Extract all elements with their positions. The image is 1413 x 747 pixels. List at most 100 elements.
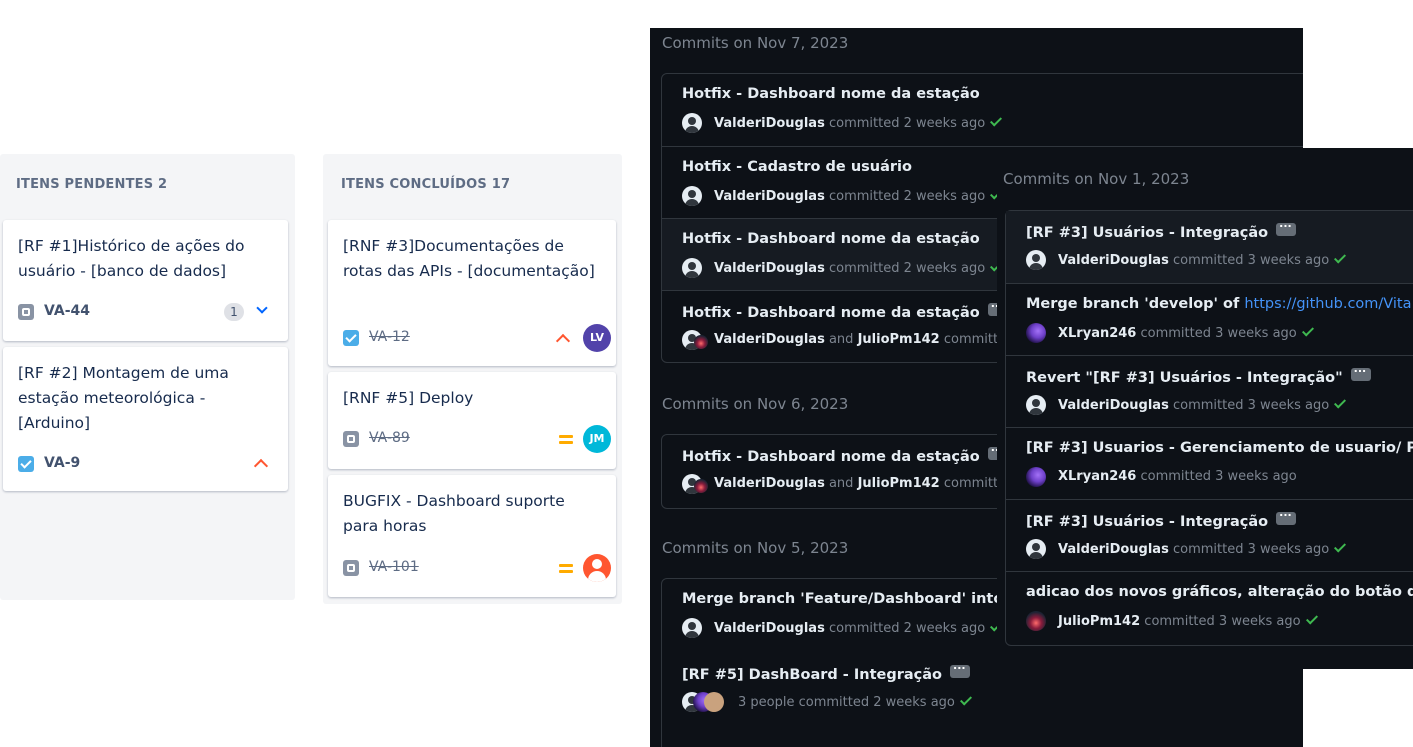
commit-title[interactable]: [RF #5] DashBoard - Integração <box>682 667 942 683</box>
assignee-avatar[interactable]: JM <box>583 425 611 453</box>
check-icon <box>1334 540 1347 553</box>
card-meta: VA-101 <box>343 554 611 582</box>
commit-row[interactable]: [RF #3] Usuários - Integração ValderiDou… <box>1006 499 1413 571</box>
subtask-icon <box>343 560 359 576</box>
commit-history-panel-overlay: Commits on Nov 1, 2023 [RF #3] Usuários … <box>997 148 1413 669</box>
commit-title[interactable]: Hotfix - Dashboard nome da estação <box>682 86 980 102</box>
assignee-avatar[interactable]: LV <box>583 324 611 352</box>
issue-key[interactable]: VA-12 <box>369 329 410 345</box>
commit-author[interactable]: ValderiDouglas <box>1058 253 1169 268</box>
avatar[interactable] <box>1026 395 1046 415</box>
commit-row[interactable]: [RF #3] Usuários - Integração ValderiDou… <box>1006 211 1413 283</box>
commit-coauthor[interactable]: JulioPm142 <box>858 476 940 491</box>
issue-key[interactable]: VA-89 <box>369 430 410 446</box>
card-title: [RNF #3]Documentações de rotas das APIs … <box>343 237 595 280</box>
issue-key[interactable]: VA-44 <box>44 303 90 319</box>
check-icon <box>1305 612 1318 625</box>
commit-title-wrap: Revert "[RF #3] Usuários - Integração" <box>1026 362 1371 386</box>
commit-time: committed 3 weeks ago <box>1172 253 1330 268</box>
avatar[interactable] <box>1026 323 1046 343</box>
commit-author[interactable]: XLryan246 <box>1058 469 1136 484</box>
avatar[interactable] <box>682 186 702 206</box>
expand-message-button[interactable] <box>1350 362 1371 381</box>
priority-high-icon <box>253 458 269 474</box>
commit-title[interactable]: Revert "[RF #3] Usuários - Integração" <box>1026 370 1343 386</box>
commit-title-wrap: Hotfix - Dashboard nome da estação <box>682 441 1008 465</box>
issue-key[interactable]: VA-101 <box>369 559 419 575</box>
commit-row[interactable]: [RF #3] Usuarios - Gerenciamento de usua… <box>1006 427 1413 499</box>
commit-title[interactable]: Hotfix - Dashboard nome da estação <box>682 305 980 321</box>
issue-card[interactable]: [RF #2] Montagem de uma estação meteorol… <box>3 347 288 491</box>
issue-card[interactable]: [RF #1]Histórico de ações do usuário - [… <box>3 220 288 341</box>
column-header: ITENS CONCLUÍDOS 17 <box>341 177 511 192</box>
commit-title[interactable]: [RF #3] Usuarios - Gerenciamento de usua… <box>1026 440 1413 456</box>
commit-author[interactable]: ValderiDouglas <box>714 621 825 636</box>
commit-row[interactable]: Hotfix - Dashboard nome da estação Valde… <box>662 74 1303 146</box>
avatar[interactable] <box>1026 539 1046 559</box>
card-meta: VA-89 JM <box>343 425 611 453</box>
issue-card[interactable]: BUGFIX - Dashboard suporte para horas VA… <box>328 475 616 597</box>
commit-time: committed 3 weeks ago <box>1172 398 1330 413</box>
user-avatar-icon[interactable] <box>583 554 611 582</box>
commit-row[interactable]: Revert "[RF #3] Usuários - Integração" V… <box>1006 355 1413 427</box>
commit-coauthor[interactable]: JulioPm142 <box>858 332 940 347</box>
commit-title[interactable]: [RF #3] Usuários - Integração <box>1026 514 1268 530</box>
task-icon <box>18 456 34 472</box>
commit-title[interactable]: adicao dos novos gráficos, alteração do … <box>1026 584 1413 600</box>
commit-title-wrap: Merge branch 'develop' of https://github… <box>1026 296 1412 312</box>
commit-date-heading: Commits on Nov 7, 2023 <box>662 34 849 52</box>
expand-message-button[interactable] <box>1276 506 1297 525</box>
check-icon <box>1334 396 1347 409</box>
avatar[interactable] <box>682 113 702 133</box>
coauthor-avatar[interactable] <box>694 335 708 349</box>
commit-author[interactable]: ValderiDouglas <box>1058 398 1169 413</box>
commit-author[interactable]: ValderiDouglas <box>1058 542 1169 557</box>
commit-author[interactable]: ValderiDouglas <box>714 189 825 204</box>
commit-author[interactable]: JulioPm142 <box>1058 614 1140 629</box>
card-title: BUGFIX - Dashboard suporte para horas <box>343 492 565 535</box>
commit-time: committed 2 weeks ago <box>828 621 986 636</box>
column-pending: ITENS PENDENTES 2 [RF #1]Histórico de aç… <box>0 154 295 600</box>
commit-title[interactable]: Merge branch 'develop' of <box>1026 296 1239 312</box>
commit-author[interactable]: ValderiDouglas <box>714 476 825 491</box>
priority-low-icon <box>256 302 268 314</box>
commit-title[interactable]: Hotfix - Dashboard nome da estação <box>682 231 980 247</box>
expand-message-button[interactable] <box>1276 217 1297 236</box>
commit-title[interactable]: Hotfix - Cadastro de usuário <box>682 159 912 175</box>
commit-author[interactable]: ValderiDouglas <box>714 116 825 131</box>
avatar[interactable] <box>1026 611 1046 631</box>
commit-time: committed 2 weeks ago <box>798 695 955 710</box>
expand-message-button[interactable] <box>950 659 971 678</box>
commit-title[interactable]: [RF #3] Usuários - Integração <box>1026 225 1268 241</box>
commit-title-wrap: Hotfix - Dashboard nome da estação <box>682 297 1008 321</box>
commit-title[interactable]: Hotfix - Dashboard nome da estação <box>682 449 980 465</box>
card-meta: VA-12 LV <box>343 324 611 352</box>
commit-author[interactable]: ValderiDouglas <box>714 261 825 276</box>
commit-link[interactable]: https://github.com/Vita <box>1244 296 1411 312</box>
coauthor-avatar[interactable] <box>694 479 708 493</box>
commit-time: committed 3 weeks ago <box>1172 542 1330 557</box>
commit-author[interactable]: ValderiDouglas <box>714 332 825 347</box>
subtask-icon <box>18 304 34 320</box>
issue-key[interactable]: VA-9 <box>44 455 80 471</box>
issue-card[interactable]: [RNF #3]Documentações de rotas das APIs … <box>328 220 616 366</box>
column-done: ITENS CONCLUÍDOS 17 [RNF #3]Documentaçõe… <box>323 154 622 604</box>
avatar[interactable] <box>682 618 702 638</box>
commit-row[interactable]: Merge branch 'develop' of https://github… <box>1006 283 1413 355</box>
avatar[interactable] <box>1026 467 1046 487</box>
commit-time: committed 2 weeks ago <box>828 189 986 204</box>
count-badge: 1 <box>224 303 244 321</box>
avatar[interactable] <box>1026 250 1046 270</box>
commit-row[interactable]: adicao dos novos gráficos, alteração do … <box>1006 571 1413 647</box>
commit-author[interactable]: XLryan246 <box>1058 326 1136 341</box>
commit-date-heading: Commits on Nov 6, 2023 <box>662 395 849 413</box>
avatar[interactable] <box>704 692 724 712</box>
commit-title[interactable]: Merge branch 'Feature/Dashboard' into <box>682 591 1003 607</box>
card-meta: VA-9 <box>18 453 274 475</box>
issue-card[interactable]: [RNF #5] Deploy VA-89 JM <box>328 372 616 469</box>
commit-title-wrap: [RF #3] Usuários - Integração <box>1026 506 1297 530</box>
people-count[interactable]: 3 people <box>738 695 794 710</box>
commit-title-wrap: [RF #3] Usuários - Integração <box>1026 217 1297 241</box>
avatar[interactable] <box>682 258 702 278</box>
check-icon <box>1334 251 1347 264</box>
